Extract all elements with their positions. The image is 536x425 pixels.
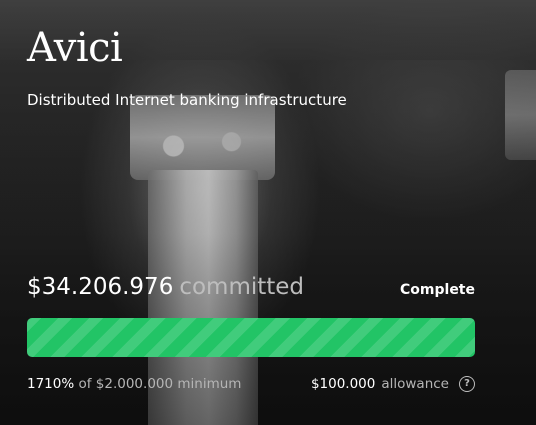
allowance-label: allowance bbox=[381, 376, 449, 392]
brand-logo: Avici bbox=[27, 25, 123, 71]
card-content: Avici Distributed Internet banking infra… bbox=[0, 0, 536, 425]
committed-row: $34.206.976 committed Complete bbox=[27, 274, 475, 300]
footer-row: 1710% of $2.000.000 minimum $100.000 all… bbox=[27, 376, 475, 392]
progress-bar-fill bbox=[27, 318, 475, 357]
minimum-info: 1710% of $2.000.000 minimum bbox=[27, 376, 241, 392]
committed-amount: $34.206.976 bbox=[27, 274, 174, 300]
raise-card: Avici Distributed Internet banking infra… bbox=[0, 0, 536, 425]
committed-label: committed bbox=[179, 274, 305, 300]
minimum-text: of $2.000.000 minimum bbox=[78, 376, 242, 392]
tagline: Distributed Internet banking infrastruct… bbox=[27, 91, 347, 109]
question-circle-icon[interactable]: ? bbox=[459, 376, 475, 392]
committed-summary: $34.206.976 committed bbox=[27, 274, 304, 300]
allowance-info: $100.000 allowance ? bbox=[311, 376, 475, 392]
progress-bar bbox=[27, 318, 475, 357]
allowance-amount: $100.000 bbox=[310, 376, 376, 392]
status-badge: Complete bbox=[400, 282, 475, 298]
percent-of-minimum: 1710% bbox=[27, 376, 75, 392]
